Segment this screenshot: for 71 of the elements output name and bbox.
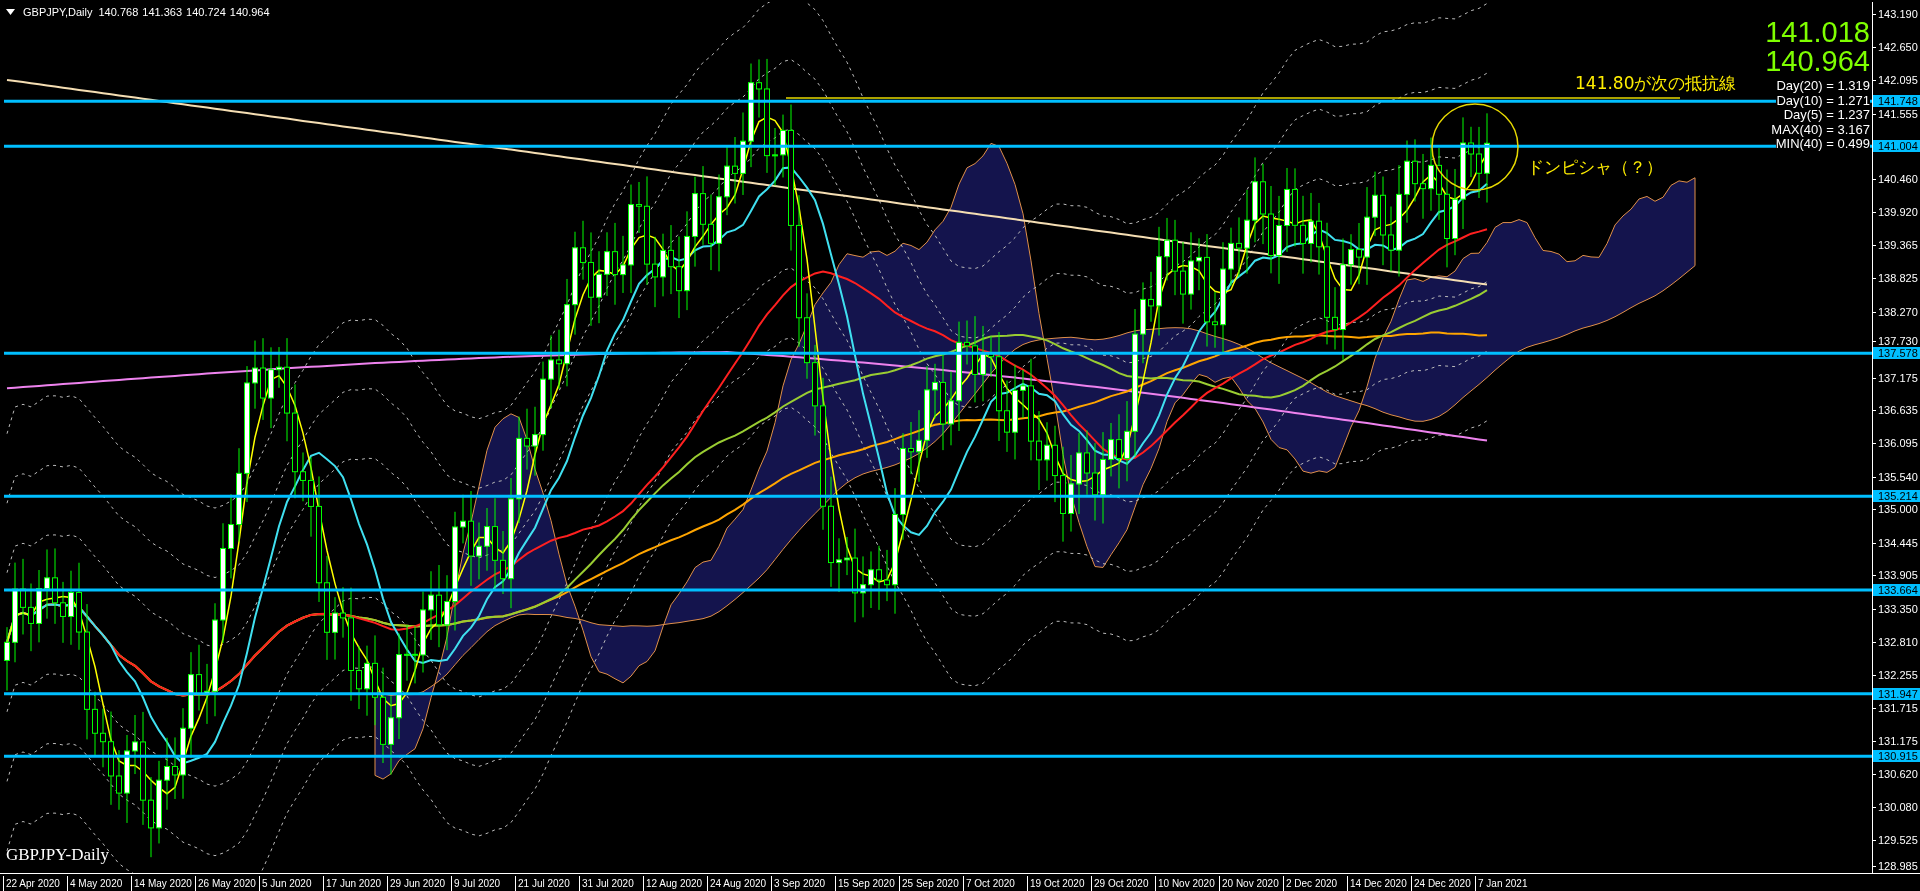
level-price-label: 135.214: [1873, 490, 1920, 503]
date-tick-label: 9 Jul 2020: [451, 876, 515, 891]
ohlc-value: 141.363: [142, 6, 183, 18]
price-tick-label: 139.365: [1873, 239, 1918, 252]
level-price-label: 133.664: [1873, 584, 1920, 597]
price-tick-label: 135.540: [1873, 470, 1918, 483]
date-tick-label: 20 Nov 2020: [1219, 876, 1283, 891]
price-tick-label: 142.650: [1873, 40, 1918, 53]
date-tick-label: 22 Apr 2020: [3, 876, 67, 891]
date-tick-label: 29 Oct 2020: [1091, 876, 1155, 891]
ohlc-value: 140.768: [98, 6, 139, 18]
price-tick-label: 129.525: [1873, 834, 1918, 847]
price-tick-label: 142.095: [1873, 74, 1918, 87]
symbol-title: GBPJPY,Daily: [23, 6, 93, 18]
date-tick-label: 29 Jun 2020: [387, 876, 451, 891]
level-price-label: 130.915: [1873, 750, 1920, 763]
statistic-text: Day(5) = 1.237: [1783, 108, 1870, 123]
price-tick-label: 135.000: [1873, 503, 1918, 516]
annotation-text: ドンピシャ（？）: [1527, 156, 1663, 179]
date-tick-label: 14 May 2020: [131, 876, 195, 891]
level-price-label: 137.578: [1873, 347, 1920, 360]
annotation-text: 141.80が次の抵抗線: [1575, 72, 1737, 96]
date-tick-label: 21 Jul 2020: [515, 876, 579, 891]
level-price-label: 141.004: [1873, 140, 1920, 153]
price-tick-label: 136.095: [1873, 437, 1918, 450]
date-tick-label: 7 Oct 2020: [963, 876, 1027, 891]
dropdown-triangle-icon[interactable]: [6, 9, 15, 15]
date-tick-label: 17 Jun 2020: [323, 876, 387, 891]
date-tick-label: 4 May 2020: [67, 876, 131, 891]
date-tick-label: 24 Aug 2020: [707, 876, 771, 891]
price-tick-label: 138.825: [1873, 271, 1918, 284]
price-tick-label: 131.715: [1873, 701, 1918, 714]
date-tick-label: 26 May 2020: [195, 876, 259, 891]
date-tick-label: 5 Jun 2020: [259, 876, 323, 891]
statistic-text: MIN(40) = 0.499: [1775, 137, 1870, 152]
price-tick-label: 132.810: [1873, 635, 1918, 648]
chart-label: GBPJPY-Daily: [6, 845, 109, 865]
level-price-label: 141.748: [1873, 95, 1920, 108]
price-tick-label: 133.350: [1873, 603, 1918, 615]
price-tick-label: 141.555: [1873, 107, 1918, 120]
ohlc-value: 140.964: [229, 6, 270, 18]
price-tick-label: 137.730: [1873, 334, 1918, 347]
price-readout: 141.018: [1765, 18, 1870, 47]
price-tick-label: 133.905: [1873, 569, 1918, 582]
price-tick-label: 138.270: [1873, 305, 1918, 318]
price-tick-label: 140.460: [1873, 173, 1918, 186]
date-tick-label: 12 Aug 2020: [643, 876, 707, 891]
price-tick-label: 130.620: [1873, 768, 1918, 781]
date-tick-label: 3 Sep 2020: [771, 876, 835, 891]
date-tick-label: 24 Dec 2020: [1411, 876, 1475, 891]
ohlc-value: 140.724: [186, 6, 226, 18]
date-tick-label: 15 Sep 2020: [835, 876, 899, 891]
date-tick-label: 2 Dec 2020: [1283, 876, 1347, 891]
price-tick-label: 132.255: [1873, 669, 1918, 682]
date-tick-label: 14 Dec 2020: [1347, 876, 1411, 891]
date-tick-label: 7 Jan 2021: [1475, 876, 1539, 891]
price-tick-label: 130.080: [1873, 800, 1918, 813]
level-price-label: 131.947: [1873, 687, 1920, 700]
price-tick-label: 139.920: [1873, 205, 1918, 218]
price-readout: 140.964: [1765, 47, 1870, 76]
statistic-text: Day(20) = 1.319: [1776, 79, 1870, 94]
date-tick-label: 19 Oct 2020: [1027, 876, 1091, 891]
date-tick-label: 31 Jul 2020: [579, 876, 643, 891]
date-tick-label: 25 Sep 2020: [899, 876, 963, 891]
date-tick-label: 10 Nov 2020: [1155, 876, 1219, 891]
price-tick-label: 128.985: [1873, 860, 1918, 872]
price-tick-label: 143.190: [1873, 8, 1918, 20]
price-tick-label: 131.175: [1873, 734, 1918, 747]
price-tick-label: 136.635: [1873, 404, 1918, 417]
price-tick-label: 134.445: [1873, 536, 1918, 549]
price-tick-label: 137.175: [1873, 371, 1918, 384]
